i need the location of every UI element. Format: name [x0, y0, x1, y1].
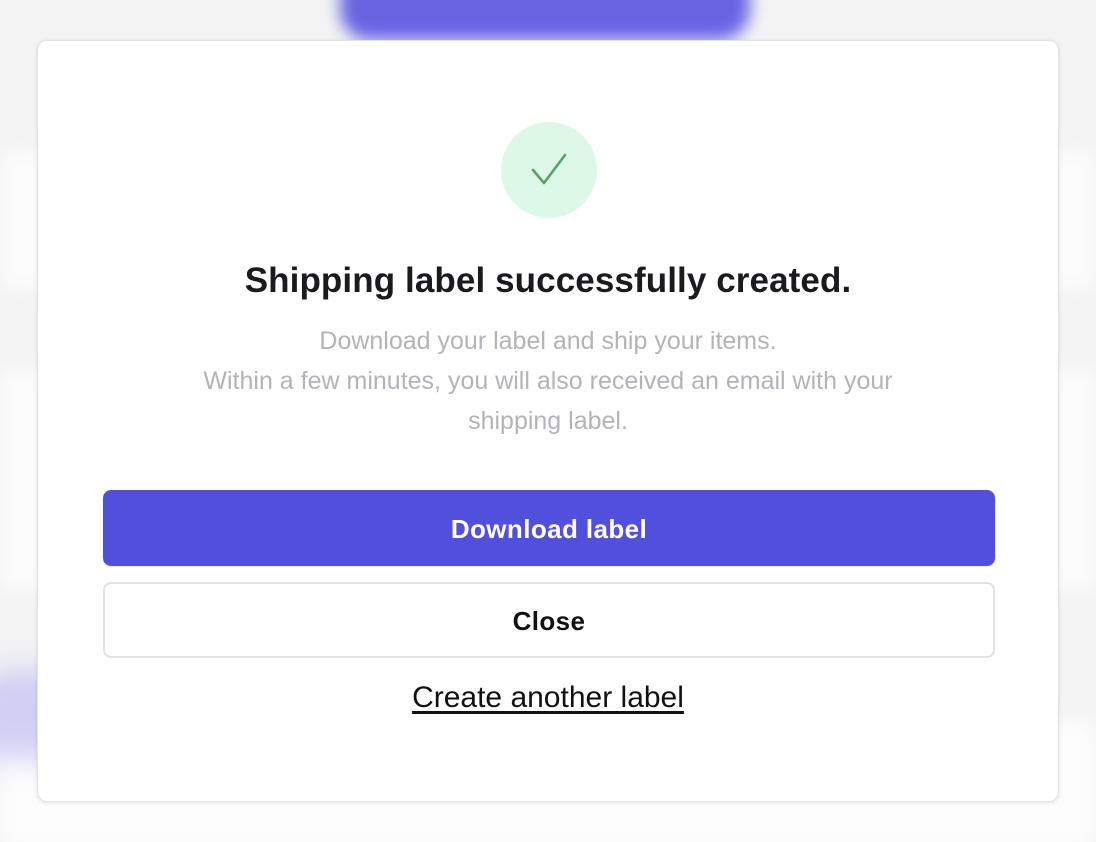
description-line: Within a few minutes, you will also rece…	[203, 367, 893, 395]
description-line: shipping label.	[468, 407, 628, 435]
success-dialog: Shipping label successfully created. Dow…	[37, 40, 1059, 802]
success-badge	[501, 122, 597, 218]
create-another-label-row: Create another label	[38, 673, 1058, 723]
background-header-blur	[340, 0, 750, 40]
dialog-description: Download your label and ship your items.…	[98, 321, 998, 441]
download-label-button[interactable]: Download label	[103, 490, 995, 566]
create-another-label-link[interactable]: Create another label	[412, 681, 684, 714]
description-line: Download your label and ship your items.	[319, 327, 777, 355]
dialog-title: Shipping label successfully created.	[244, 261, 852, 300]
check-icon	[531, 153, 567, 185]
close-button[interactable]: Close	[103, 582, 995, 658]
